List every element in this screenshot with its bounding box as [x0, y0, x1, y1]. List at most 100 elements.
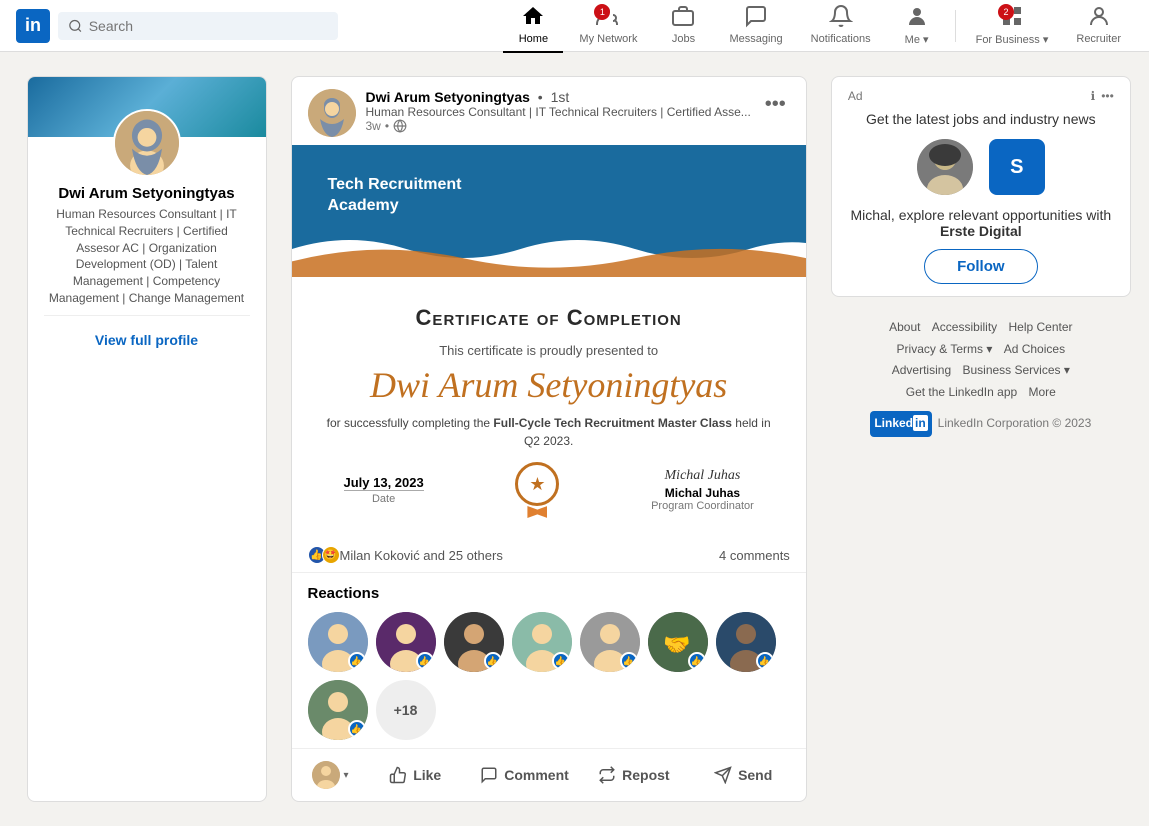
cert-main-title: Certificate of Completion — [324, 305, 774, 331]
nav-item-notifications[interactable]: Notifications — [799, 0, 883, 53]
nav-items: Home 1 My Network Jobs Messaging — [503, 0, 1133, 54]
profile-title: Human Resources Consultant | IT Technica… — [44, 206, 250, 307]
nav-label-business: For Business ▾ — [976, 33, 1049, 46]
search-bar[interactable] — [58, 12, 338, 40]
reaction-avatar-thumbs: 👍 🤩 — [308, 546, 336, 564]
like-badge-1: 👍 — [348, 652, 366, 670]
post-author-info: Dwi Arum Setyoningtyas • 1st Human Resou… — [366, 89, 751, 133]
repost-icon — [598, 766, 616, 784]
like-badge-8: 👍 — [348, 720, 366, 738]
cert-wave-svg — [292, 225, 806, 285]
footer-ad-choices[interactable]: Ad Choices — [1004, 342, 1065, 356]
follow-button[interactable]: Follow — [924, 249, 1038, 284]
reaction-person-3[interactable]: 👍 — [444, 612, 504, 672]
post-meta: 3w • — [366, 119, 751, 133]
footer-help-center[interactable]: Help Center — [1009, 320, 1073, 334]
nav-label-recruiter: Recruiter — [1076, 33, 1121, 45]
reaction-person-2[interactable]: 👍 — [376, 612, 436, 672]
ad-label: Ad — [848, 89, 863, 103]
cert-brand-text: Tech Recruitment Academy — [328, 175, 462, 217]
like-badge-3: 👍 — [484, 652, 502, 670]
footer-get-app[interactable]: Get the LinkedIn app — [906, 385, 1017, 399]
nav-label-network: My Network — [579, 33, 637, 45]
profile-info: Dwi Arum Setyoningtyas Human Resources C… — [28, 177, 266, 372]
footer-about[interactable]: About — [889, 320, 920, 334]
post-author-name[interactable]: Dwi Arum Setyoningtyas • 1st — [366, 89, 751, 105]
navbar: in Home 1 My Network Jobs — [0, 0, 1149, 52]
comment-button[interactable]: Comment — [470, 753, 579, 797]
like-with-avatar[interactable]: ▾ — [300, 753, 361, 797]
reaction-person-1[interactable]: 👍 — [308, 612, 368, 672]
cert-medal: ★ — [515, 462, 559, 518]
page-layout: Dwi Arum Setyoningtyas Human Resources C… — [11, 52, 1139, 826]
ad-menu-icon[interactable]: ••• — [1101, 89, 1114, 103]
like-badge-2: 👍 — [416, 652, 434, 670]
cert-title-section: Certificate of Completion — [324, 305, 774, 331]
like-button[interactable]: Like — [361, 753, 470, 797]
medal-ribbon — [527, 506, 547, 518]
medal-circle: ★ — [515, 462, 559, 506]
copyright-text: LinkedIn Corporation © 2023 — [938, 413, 1092, 435]
search-input[interactable] — [89, 18, 328, 34]
linkedin-logo[interactable]: in — [16, 9, 50, 43]
cert-description: for successfully completing the Full-Cyc… — [324, 414, 774, 450]
nav-item-home[interactable]: Home — [503, 0, 563, 53]
nav-item-jobs[interactable]: Jobs — [653, 0, 713, 53]
user-mini-avatar — [312, 761, 340, 789]
business-badge: 2 — [998, 4, 1014, 20]
nav-item-me[interactable]: Me ▾ — [887, 0, 947, 54]
reaction-person-5[interactable]: 👍 — [580, 612, 640, 672]
post-header: Dwi Arum Setyoningtyas • 1st Human Resou… — [292, 77, 806, 145]
nav-label-messaging: Messaging — [729, 33, 782, 45]
reaction-person-6[interactable]: 🤝 👍 — [648, 612, 708, 672]
nav-label-notifications: Notifications — [811, 33, 871, 45]
footer-privacy-terms[interactable]: Privacy & Terms ▾ — [897, 342, 993, 356]
nav-item-recruiter[interactable]: Recruiter — [1064, 0, 1133, 53]
post-menu-button[interactable]: ••• — [761, 89, 790, 120]
cert-date: July 13, 2023 Date — [344, 475, 424, 505]
reactions-bar: 👍 🤩 Milan Koković and 25 others 4 commen… — [292, 538, 806, 573]
footer-business-services[interactable]: Business Services ▾ — [962, 363, 1069, 377]
right-sidebar: Ad ℹ ••• Get the latest jobs and industr… — [831, 76, 1131, 802]
ad-company-logo: S — [989, 139, 1045, 195]
cert-recipient-name: Dwi Arum Setyoningtyas — [324, 364, 774, 406]
profile-name: Dwi Arum Setyoningtyas — [44, 185, 250, 202]
reaction-person-4[interactable]: 👍 — [512, 612, 572, 672]
more-reactions-button[interactable]: +18 — [376, 680, 436, 740]
svg-text:🤝: 🤝 — [663, 632, 690, 657]
globe-icon — [393, 119, 407, 133]
post-author-title: Human Resources Consultant | IT Technica… — [366, 105, 751, 119]
search-icon — [68, 18, 83, 34]
like-badge-7: 👍 — [756, 652, 774, 670]
main-feed: Dwi Arum Setyoningtyas • 1st Human Resou… — [291, 76, 807, 802]
nav-item-network[interactable]: 1 My Network — [567, 0, 649, 53]
nav-item-for-business[interactable]: 2 For Business ▾ — [964, 0, 1061, 54]
reactions-section: Reactions 👍 👍 👍 — [292, 573, 806, 748]
nav-item-messaging[interactable]: Messaging — [717, 0, 794, 53]
comment-icon — [480, 766, 498, 784]
like-badge-6: 👍 — [688, 652, 706, 670]
like-icon — [389, 766, 407, 784]
reactions-info: 👍 🤩 Milan Koković and 25 others — [308, 546, 503, 564]
footer-advertising[interactable]: Advertising — [892, 363, 951, 377]
ad-header: Ad ℹ ••• — [848, 89, 1114, 103]
repost-button[interactable]: Repost — [579, 753, 688, 797]
ad-cta-text: Michal, explore relevant opportunities w… — [848, 207, 1114, 239]
comments-count[interactable]: 4 comments — [719, 548, 790, 563]
post-author-avatar[interactable] — [308, 89, 356, 137]
avatar — [113, 109, 181, 177]
linkedin-footer: Linkedin LinkedIn Corporation © 2023 — [831, 411, 1131, 437]
view-full-profile-link[interactable]: View full profile — [44, 324, 250, 356]
post-card: Dwi Arum Setyoningtyas • 1st Human Resou… — [291, 76, 807, 802]
footer-links: About Accessibility Help Center Privacy … — [831, 305, 1131, 449]
reaction-person-8[interactable]: 👍 — [308, 680, 368, 740]
nav-label-jobs: Jobs — [672, 33, 695, 45]
send-button[interactable]: Send — [689, 753, 798, 797]
footer-accessibility[interactable]: Accessibility — [932, 320, 997, 334]
profile-avatar-wrap — [28, 109, 266, 177]
dropdown-arrow[interactable]: ▾ — [344, 770, 349, 781]
like-badge-5: 👍 — [620, 652, 638, 670]
reaction-person-7[interactable]: 👍 — [716, 612, 776, 672]
footer-more[interactable]: More — [1029, 385, 1056, 399]
certificate-image: Tech Recruitment Academy Certificate of … — [292, 145, 806, 538]
